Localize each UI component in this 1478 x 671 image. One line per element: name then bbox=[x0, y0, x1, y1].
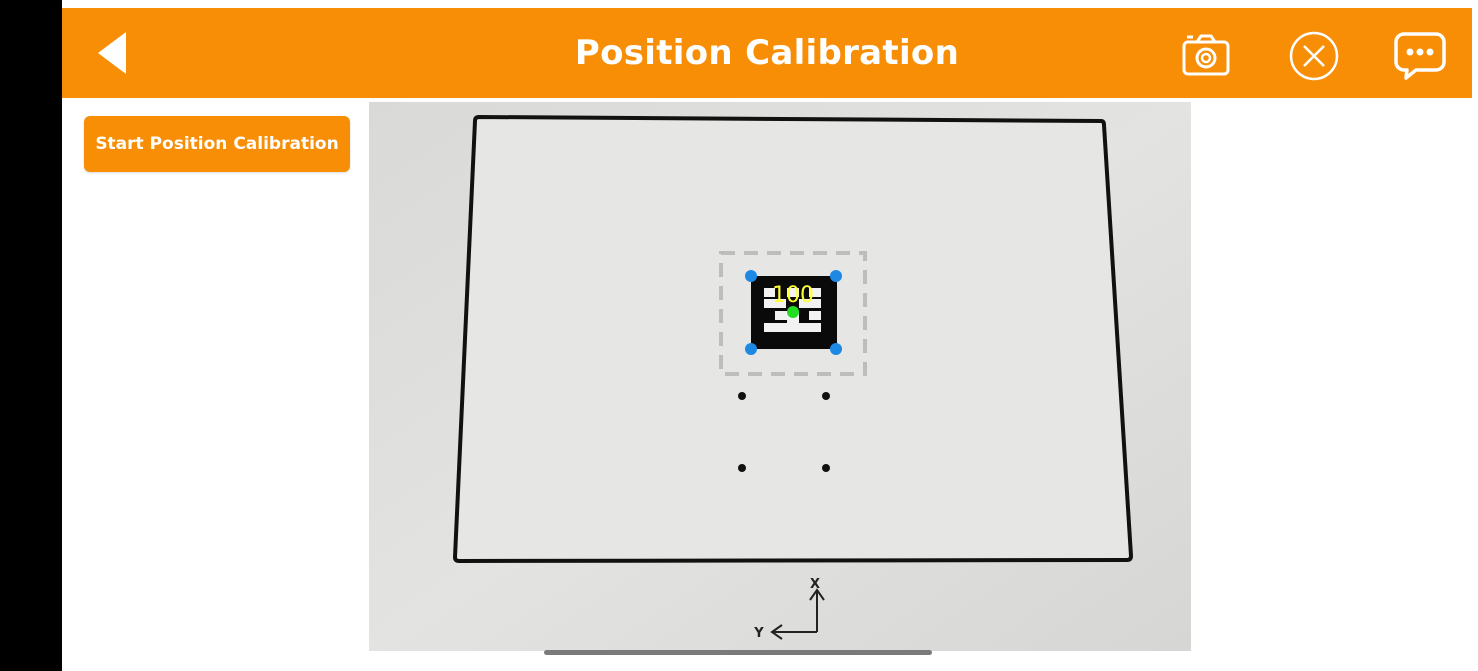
corner-point-bottom-right bbox=[830, 343, 842, 355]
reference-dot bbox=[738, 392, 746, 400]
marker-id-label: 100 bbox=[772, 283, 814, 308]
camera-icon[interactable] bbox=[1178, 28, 1234, 84]
camera-scene: 100 X Y bbox=[369, 102, 1191, 651]
axis-x-label: X bbox=[810, 577, 820, 592]
chat-bubble-icon[interactable] bbox=[1392, 28, 1448, 84]
start-position-calibration-button[interactable]: Start Position Calibration bbox=[84, 116, 350, 172]
close-circle-icon[interactable] bbox=[1286, 28, 1342, 84]
corner-point-top-right bbox=[830, 270, 842, 282]
page-title: Position Calibration bbox=[574, 33, 960, 73]
left-black-bar bbox=[0, 0, 62, 671]
axis-y-label: Y bbox=[753, 626, 764, 641]
horizontal-scroll-indicator[interactable] bbox=[544, 650, 932, 655]
corner-point-top-left bbox=[745, 270, 757, 282]
camera-preview: 100 X Y bbox=[369, 102, 1191, 651]
reference-dot bbox=[738, 464, 746, 472]
reference-dot bbox=[822, 392, 830, 400]
corner-point-bottom-left bbox=[745, 343, 757, 355]
reference-dot bbox=[822, 464, 830, 472]
app-header: Position Calibration bbox=[62, 8, 1472, 98]
